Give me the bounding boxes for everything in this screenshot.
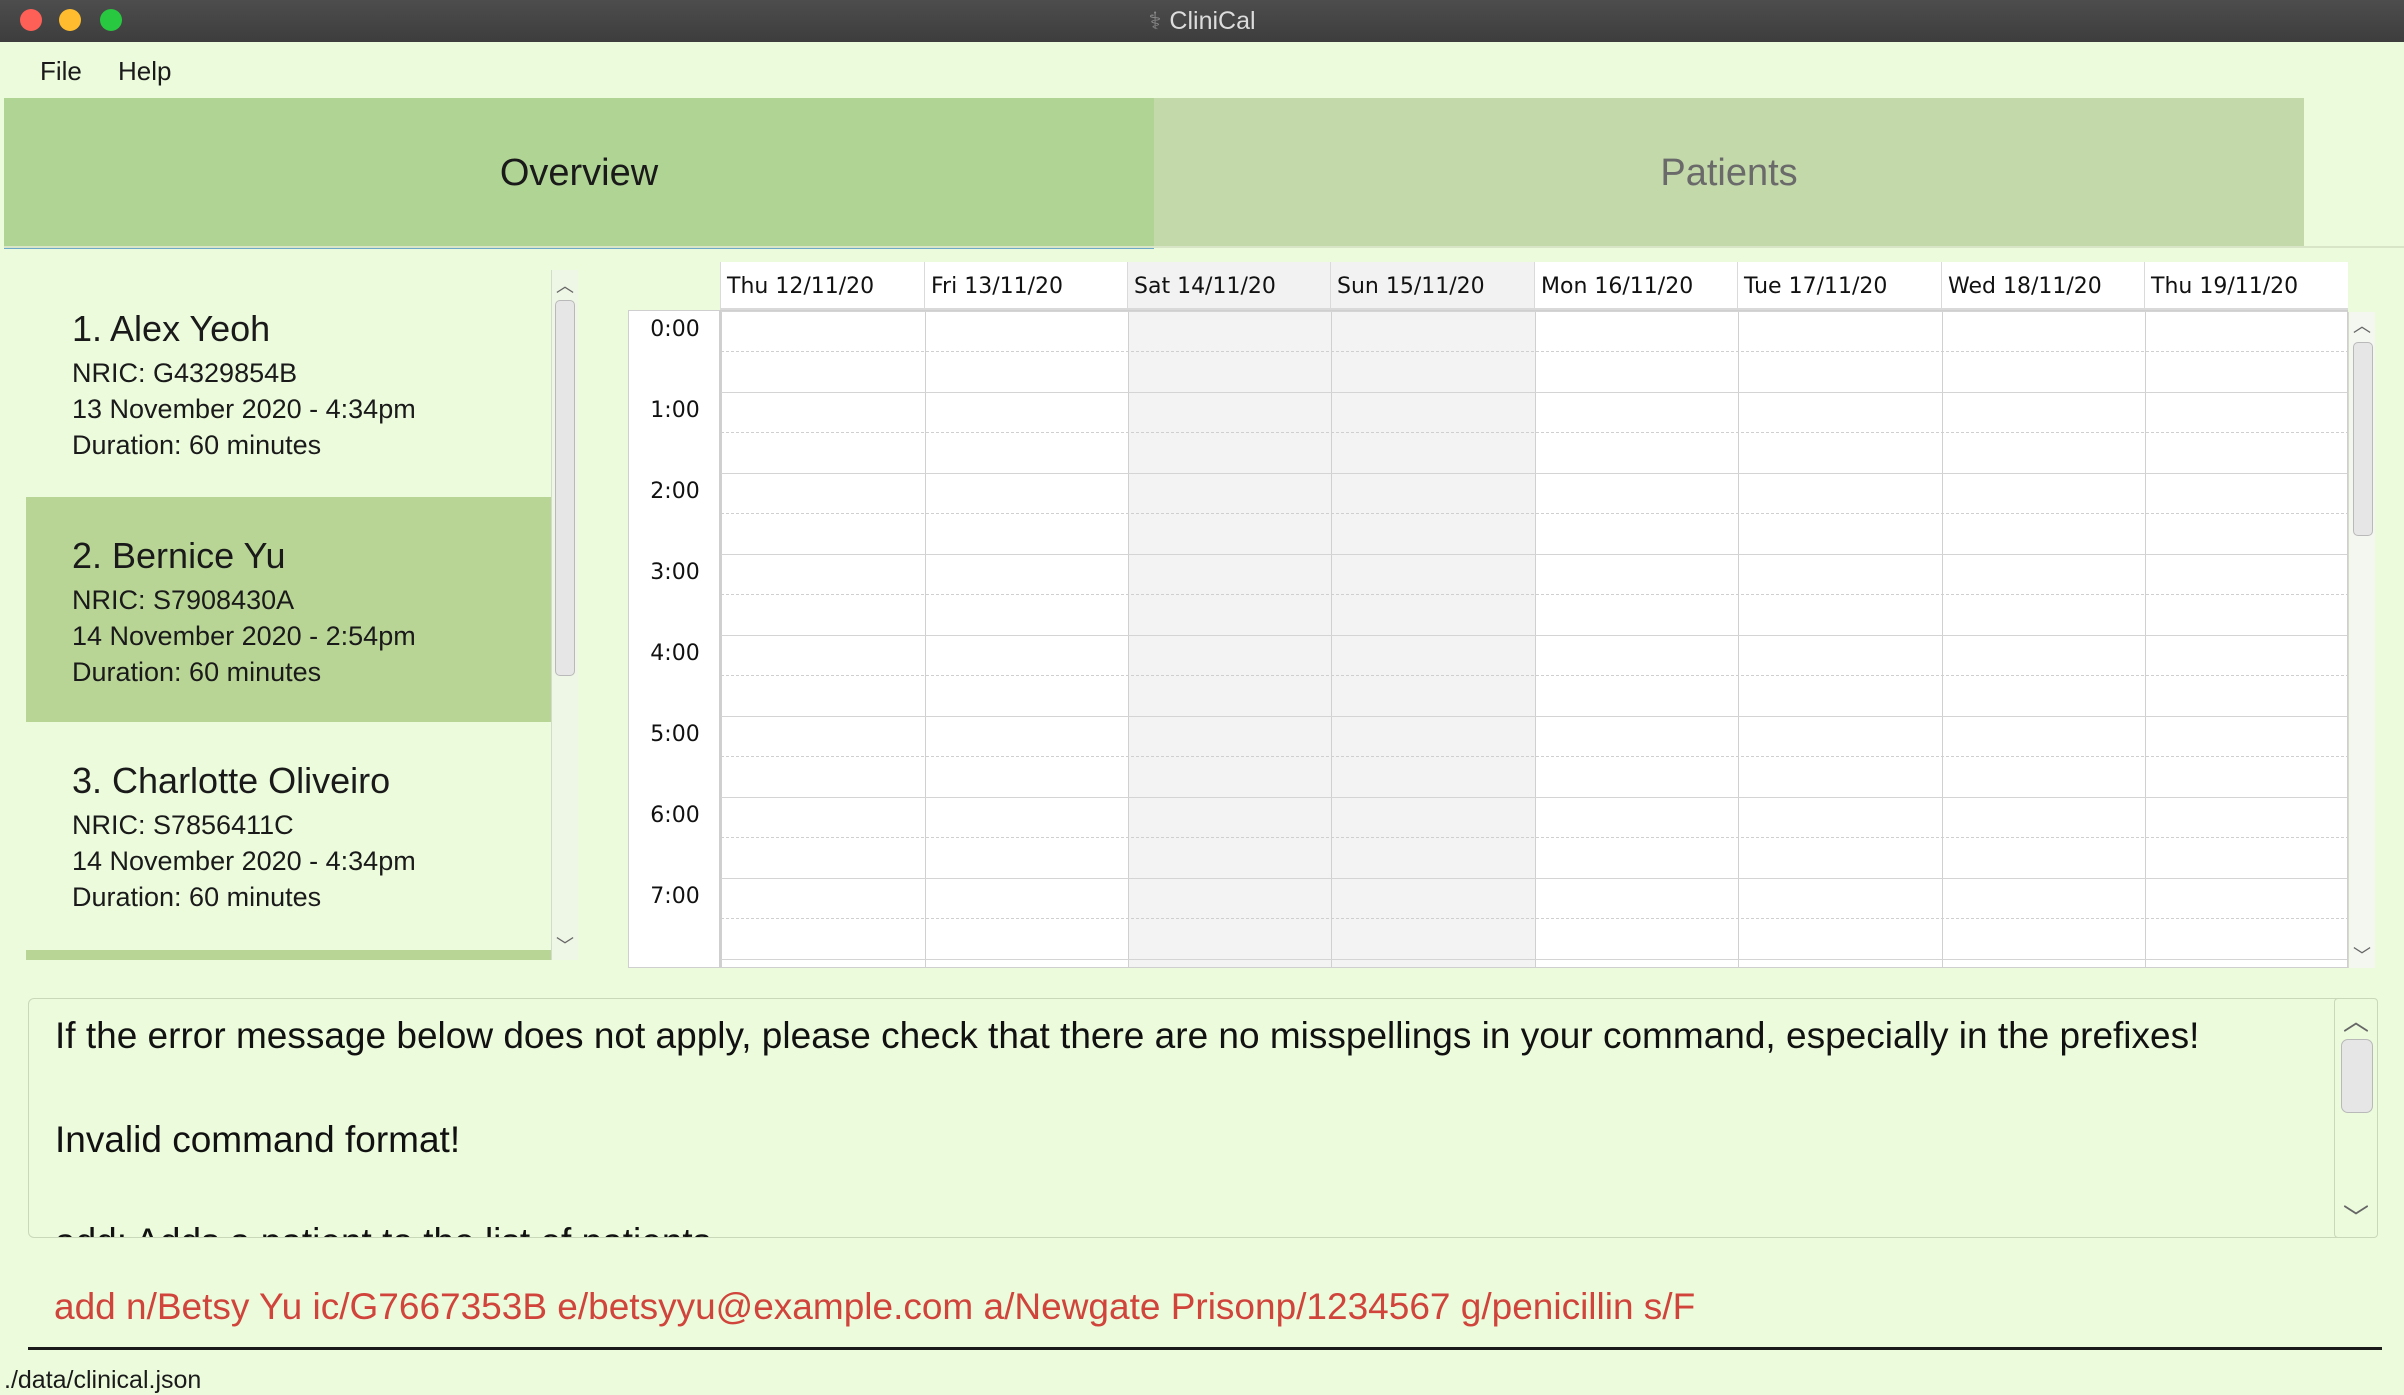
menu-bar: File Help [0, 42, 2404, 98]
day-column[interactable] [1738, 311, 1942, 967]
hour-gridline [721, 392, 2347, 393]
hour-label: 4:00 [650, 641, 700, 666]
result-message-line: add: Adds a patient to the list of patie… [55, 1221, 721, 1237]
appointment-duration: Duration: 60 minutes [72, 882, 322, 912]
hour-label: 6:00 [650, 803, 700, 828]
hour-label: 7:00 [650, 884, 700, 909]
hour-gridline [721, 878, 2347, 879]
hour-label: 0:00 [650, 317, 700, 342]
half-hour-gridline [721, 594, 2347, 595]
weekly-calendar: Thu 12/11/20 Fri 13/11/20 Sat 14/11/20 S… [628, 262, 2348, 968]
hour-gridline [721, 797, 2347, 798]
half-hour-gridline [721, 513, 2347, 514]
day-column[interactable] [721, 311, 925, 967]
scrollbar-thumb[interactable] [555, 300, 575, 676]
tab-patients[interactable]: Patients [1154, 98, 2304, 246]
data-file-path: ./data/clinical.json [4, 1366, 202, 1394]
half-hour-gridline [721, 756, 2347, 757]
hour-label: 3:00 [650, 560, 700, 585]
appointment-card[interactable]: 2. Bernice Yu NRIC: S7908430A 14 Novembe… [26, 497, 551, 722]
day-header: Tue 17/11/20 [1737, 262, 1941, 308]
appointment-duration: Duration: 60 minutes [72, 657, 322, 687]
day-header: Sun 15/11/20 [1330, 262, 1534, 308]
half-hour-gridline [721, 432, 2347, 433]
command-input[interactable]: add n/Betsy Yu ic/G7667353B e/betsyyu@ex… [28, 1254, 2382, 1350]
calendar-grid[interactable]: 0:00 1:00 2:00 3:00 4:00 5:00 6:00 7:00 [628, 310, 2348, 968]
appointment-patient-name: 1. Alex Yeoh [72, 308, 271, 349]
title-bar: ⚕ CliniCal [0, 0, 2404, 43]
day-column[interactable] [925, 311, 1128, 967]
appointment-list-scrollbar[interactable]: ︿ ﹀ [551, 270, 578, 960]
day-header: Thu 12/11/20 [720, 262, 924, 308]
appointment-patient-name: 2. Bernice Yu [72, 535, 286, 576]
calendar-header: Thu 12/11/20 Fri 13/11/20 Sat 14/11/20 S… [720, 262, 2348, 310]
hour-label: 1:00 [650, 398, 700, 423]
result-message-line: If the error message below does not appl… [55, 1015, 2200, 1056]
tab-overview[interactable]: Overview [4, 98, 1154, 249]
day-column[interactable] [2145, 311, 2347, 967]
window-title: ⚕ CliniCal [0, 0, 2404, 42]
half-hour-gridline [721, 351, 2347, 352]
scroll-down-arrow-icon[interactable]: ﹀ [2349, 942, 2375, 968]
result-message-line: Invalid command format! [55, 1119, 461, 1160]
appointment-card[interactable]: 1. Alex Yeoh NRIC: G4329854B 13 November… [26, 270, 551, 495]
scroll-up-arrow-icon[interactable]: ︿ [552, 272, 578, 298]
result-scrollbar[interactable]: ︿ ﹀ [2334, 998, 2378, 1238]
appointment-nric: NRIC: S7908430A [72, 585, 295, 615]
hour-gridline [721, 635, 2347, 636]
scroll-down-arrow-icon[interactable]: ﹀ [2335, 1198, 2377, 1235]
menu-help[interactable]: Help [118, 56, 171, 87]
calendar-scrollbar[interactable]: ︿ ﹀ [2348, 312, 2375, 968]
time-axis: 0:00 1:00 2:00 3:00 4:00 5:00 6:00 7:00 [629, 311, 721, 967]
hour-gridline [721, 716, 2347, 717]
hour-label: 2:00 [650, 479, 700, 504]
appointment-datetime: 13 November 2020 - 4:34pm [72, 394, 416, 424]
scrollbar-thumb[interactable] [2353, 342, 2373, 536]
appointment-nric: NRIC: G4329854B [72, 358, 298, 388]
tab-divider [4, 246, 2404, 248]
menu-file[interactable]: File [40, 56, 82, 87]
day-column[interactable] [1942, 311, 2145, 967]
scroll-up-arrow-icon[interactable]: ︿ [2335, 1001, 2377, 1038]
command-input-text[interactable]: add n/Betsy Yu ic/G7667353B e/betsyyu@ex… [54, 1286, 1695, 1328]
appointment-card-partial[interactable] [26, 950, 551, 960]
result-display[interactable]: If the error message below does not appl… [28, 998, 2362, 1238]
scrollbar-thumb[interactable] [2341, 1039, 2373, 1113]
scroll-down-arrow-icon[interactable]: ﹀ [552, 932, 578, 958]
appointment-datetime: 14 November 2020 - 2:54pm [72, 621, 416, 651]
day-header: Wed 18/11/20 [1941, 262, 2144, 308]
status-bar: ./data/clinical.json [0, 1354, 2404, 1394]
appointment-patient-name: 3. Charlotte Oliveiro [72, 760, 391, 801]
appointment-card[interactable]: 3. Charlotte Oliveiro NRIC: S7856411C 14… [26, 722, 551, 947]
day-column[interactable] [1535, 311, 1738, 967]
half-hour-gridline [721, 675, 2347, 676]
half-hour-gridline [721, 837, 2347, 838]
app-logo-icon: ⚕ [1148, 8, 1162, 35]
hour-gridline [721, 473, 2347, 474]
appointment-nric: NRIC: S7856411C [72, 810, 294, 840]
tab-bar: Overview Patients [4, 98, 2404, 249]
appointment-datetime: 14 November 2020 - 4:34pm [72, 846, 416, 876]
hour-gridline [721, 554, 2347, 555]
day-header: Sat 14/11/20 [1127, 262, 1330, 308]
day-column[interactable] [1128, 311, 1331, 967]
appointment-duration: Duration: 60 minutes [72, 430, 322, 460]
scroll-up-arrow-icon[interactable]: ︿ [2349, 312, 2375, 338]
day-header: Thu 19/11/20 [2144, 262, 2348, 308]
day-column[interactable] [1331, 311, 1535, 967]
half-hour-gridline [721, 918, 2347, 919]
window-title-text: CliniCal [1169, 7, 1256, 35]
hour-gridline [721, 311, 2347, 312]
hour-gridline [721, 959, 2347, 960]
day-header: Mon 16/11/20 [1534, 262, 1737, 308]
day-header: Fri 13/11/20 [924, 262, 1127, 308]
hour-label: 5:00 [650, 722, 700, 747]
appointment-list: 1. Alex Yeoh NRIC: G4329854B 13 November… [26, 270, 551, 960]
